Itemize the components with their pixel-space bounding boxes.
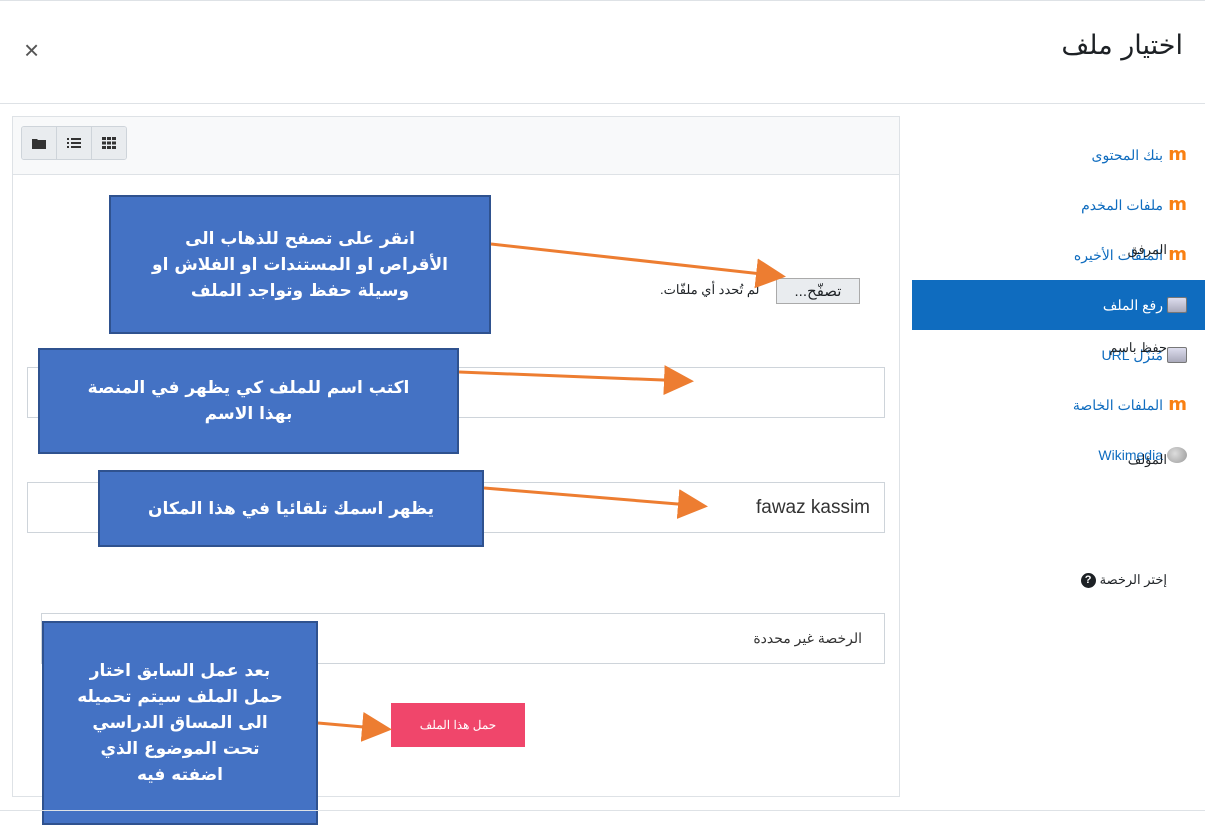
footer-divider [0, 810, 1205, 811]
arrow-author [483, 486, 708, 519]
arrow-browse [490, 242, 786, 289]
arrow-name [458, 365, 694, 396]
arrow-upload [317, 711, 392, 742]
annotation-arrows [317, 242, 786, 742]
